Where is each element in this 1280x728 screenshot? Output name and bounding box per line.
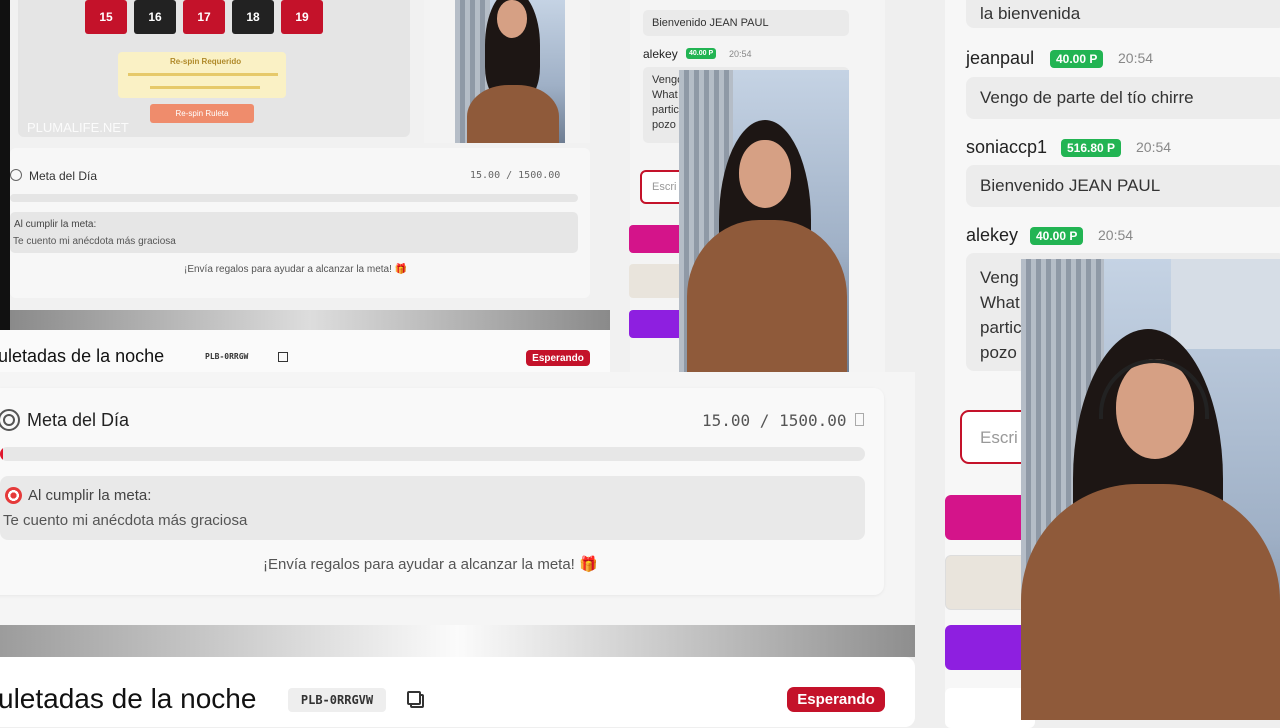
info-icon <box>855 413 864 426</box>
number-cell: 19 <box>281 0 323 34</box>
number-cell: 16 <box>134 0 176 34</box>
respin-title: Re-spin Requerido <box>170 57 242 66</box>
reward-label: Al cumplir la meta: <box>28 487 152 504</box>
embedded-goal-cta: ¡Envía regalos para ayudar a alcanzar la… <box>184 264 408 275</box>
goal-progress-text: 15.00 / 1500.00 <box>702 411 847 430</box>
dart-target-icon <box>5 487 22 504</box>
divider-band <box>0 625 915 657</box>
embedded-goal-progress: 15.00 / 1500.00 <box>470 170 561 181</box>
room-code: PLB-0RRGVW <box>288 688 386 712</box>
embedded-chat-user: alekey <box>643 47 678 61</box>
target-icon <box>10 169 22 181</box>
goal-title: Meta del Día <box>27 410 130 430</box>
respin-detail <box>128 73 278 76</box>
embedded-chat-time: 20:54 <box>729 49 752 59</box>
goal-progress-bar <box>0 447 865 461</box>
copy-icon <box>278 352 288 362</box>
goal-cta: ¡Envía regalos para ayudar a alcanzar la… <box>263 556 598 573</box>
chat-timestamp: 20:54 <box>1136 139 1172 155</box>
chat-bubble: Vengo de parte del tío chirre <box>966 77 1280 119</box>
reward-box <box>0 476 865 540</box>
embedded-goal-title: Meta del Día <box>29 169 98 183</box>
status-badge: Esperando <box>787 687 885 712</box>
chat-username[interactable]: soniaccp1 <box>966 137 1047 158</box>
chat-bubble-fragment: la bienvenida <box>966 0 1280 28</box>
respin-button[interactable]: Re-spin Ruleta <box>150 104 254 123</box>
roulette-title: uletadas de la noche <box>0 683 257 714</box>
embedded-webcam-small <box>455 0 565 143</box>
respin-detail <box>150 86 260 89</box>
chat-timestamp: 20:54 <box>1098 227 1134 243</box>
number-cell: 15 <box>85 0 127 34</box>
chat-username[interactable]: jeanpaul <box>966 48 1034 69</box>
number-cell: 17 <box>183 0 225 34</box>
copy-icon[interactable] <box>407 691 424 708</box>
embedded-reward-text: Te cuento mi anécdota más graciosa <box>13 236 176 247</box>
embedded-reward-label: Al cumplir la meta: <box>14 219 97 230</box>
reward-text: Te cuento mi anécdota más graciosa <box>3 512 248 529</box>
webcam-overlay <box>1021 259 1280 720</box>
points-badge: 40.00 P <box>1030 227 1084 245</box>
number-row: 15 16 17 18 19 <box>85 0 323 34</box>
chat-timestamp: 20:54 <box>1118 50 1154 66</box>
embedded-screenshot: 15 16 17 18 19 Re-spin Requerido Re-spin… <box>0 0 885 372</box>
embedded-webcam <box>679 70 849 372</box>
embedded-roulette-title: uletadas de la noche <box>0 346 165 366</box>
embedded-progress-bar <box>10 194 578 202</box>
embedded-watermark: PLUMALIFE.NET <box>27 120 129 135</box>
points-badge: 40.00 P <box>1050 50 1104 68</box>
embedded-status-badge: Esperando <box>526 350 590 366</box>
embedded-chat-message: Bienvenido JEAN PAUL <box>643 10 849 36</box>
embedded-band <box>10 310 610 330</box>
chat-username[interactable]: alekey <box>966 225 1018 246</box>
embedded-room-code: PLB-0RRGW <box>205 352 249 361</box>
points-badge: 516.80 P <box>1061 139 1122 157</box>
chat-bubble: Bienvenido JEAN PAUL <box>966 165 1280 207</box>
number-cell: 18 <box>232 0 274 34</box>
embedded-points-badge: 40.00 P <box>686 48 717 59</box>
